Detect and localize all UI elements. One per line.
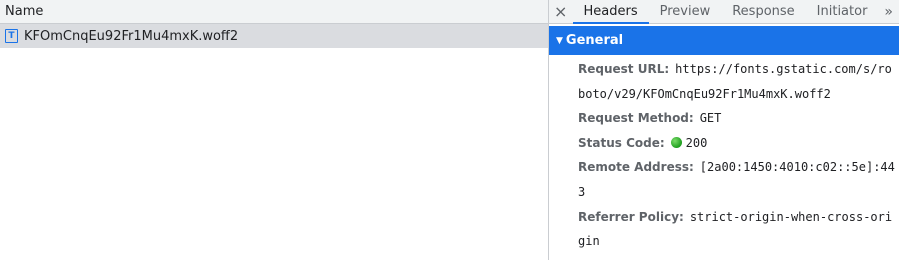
triangle-down-icon: ▼ (556, 35, 563, 46)
name-column-header[interactable]: Name (0, 0, 548, 24)
name-column-label: Name (5, 4, 44, 19)
general-section-body: Request URL: https://fonts.gstatic.com/s/… (549, 55, 899, 254)
tab-headers[interactable]: Headers (572, 0, 649, 24)
request-method-value: GET (699, 111, 722, 126)
tab-preview[interactable]: Preview (649, 0, 722, 23)
request-row[interactable]: T KFOmCnqEu92Fr1Mu4mxK.woff2 (0, 24, 548, 48)
status-code-label: Status Code: (578, 135, 665, 150)
request-method-label: Request Method: (578, 111, 694, 126)
request-list-pane: Name T KFOmCnqEu92Fr1Mu4mxK.woff2 (0, 0, 548, 260)
tab-initiator[interactable]: Initiator (806, 0, 879, 23)
request-name: KFOmCnqEu92Fr1Mu4mxK.woff2 (24, 28, 239, 44)
referrer-policy-row: Referrer Policy: strict-origin-when-cross… (578, 205, 899, 254)
general-section-title: General (565, 33, 624, 48)
request-details-pane: × Headers Preview Response Initiator » ▼… (549, 0, 899, 260)
remote-address-row: Remote Address: [2a00:1450:4010:c02::5e]:… (578, 155, 899, 204)
remote-address-label: Remote Address: (578, 160, 694, 175)
close-icon[interactable]: × (549, 0, 573, 23)
request-method-row: Request Method: GET (578, 106, 899, 131)
status-ok-icon (670, 136, 682, 148)
referrer-policy-label: Referrer Policy: (578, 209, 684, 224)
font-file-icon: T (5, 29, 18, 43)
status-code-row: Status Code: 200 (578, 131, 899, 156)
general-section-header[interactable]: ▼ General (549, 26, 899, 55)
status-code-value: 200 (685, 135, 708, 150)
tab-response[interactable]: Response (721, 0, 805, 23)
more-tabs-icon[interactable]: » (878, 0, 899, 23)
request-url-row: Request URL: https://fonts.gstatic.com/s/… (578, 57, 899, 106)
details-tabbar: × Headers Preview Response Initiator » (549, 0, 899, 24)
request-url-label: Request URL: (578, 62, 670, 76)
